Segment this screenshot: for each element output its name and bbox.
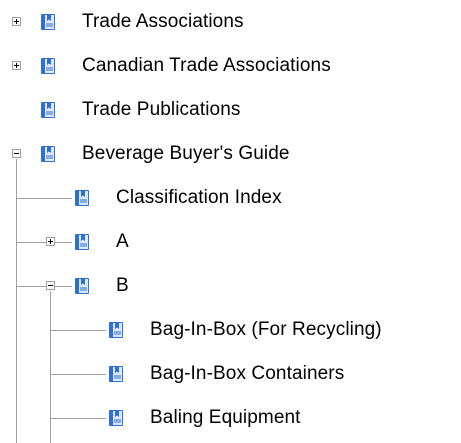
book-icon [40,57,56,75]
tree-node-label[interactable]: Bag-In-Box (For Recycling) [150,308,382,352]
book-icon [108,365,124,383]
tree-vertical-line [50,291,51,443]
tree-node-bag-in-box-containers[interactable]: Bag-In-Box Containers [0,352,461,396]
tree-node-label[interactable]: Classification Index [116,176,282,220]
tree-node-canadian-trade-associations[interactable]: Canadian Trade Associations [0,44,461,88]
tree-node-label[interactable]: Baling Equipment [150,396,301,440]
tree-node-label[interactable]: Beverage Buyer's Guide [82,132,290,176]
collapse-toggle-icon[interactable] [46,281,55,290]
tree-node-label[interactable]: Canadian Trade Associations [82,44,331,88]
tree-connector-line [16,198,72,199]
book-icon [74,233,90,251]
tree-node-beverage-buyer-s-guide[interactable]: Beverage Buyer's Guide [0,132,461,176]
tree-node-baling-equipment[interactable]: Baling Equipment [0,396,461,440]
tree-node-bag-in-box-for-recycling[interactable]: Bag-In-Box (For Recycling) [0,308,461,352]
tree-connector-line [50,374,106,375]
tree-vertical-line [16,159,17,443]
tree-node-classification-index[interactable]: Classification Index [0,176,461,220]
expand-toggle-icon[interactable] [12,61,21,70]
book-icon [40,145,56,163]
book-icon [74,277,90,295]
tree-node-label[interactable]: Trade Publications [82,88,240,132]
tree-node-label[interactable]: A [116,220,129,264]
tree-node-a[interactable]: A [0,220,461,264]
tree-node-label[interactable]: B [116,264,129,308]
tree-connector-line [50,330,106,331]
book-icon [40,101,56,119]
tree-connector-line [16,242,72,243]
tree-connector-line [50,418,106,419]
tree-node-trade-associations[interactable]: Trade Associations [0,0,461,44]
tree-connector-line [16,286,72,287]
book-icon [40,13,56,31]
book-icon [108,321,124,339]
expand-toggle-icon[interactable] [46,237,55,246]
book-icon [108,409,124,427]
expand-toggle-icon[interactable] [12,17,21,26]
collapse-toggle-icon[interactable] [12,149,21,158]
tree-view: Trade Associations Canadian Trade Associa… [0,0,461,443]
book-icon [74,189,90,207]
tree-node-label[interactable]: Bag-In-Box Containers [150,352,344,396]
tree-node-trade-publications[interactable]: Trade Publications [0,88,461,132]
tree-node-label[interactable]: Trade Associations [82,0,244,44]
tree-node-b[interactable]: B [0,264,461,308]
